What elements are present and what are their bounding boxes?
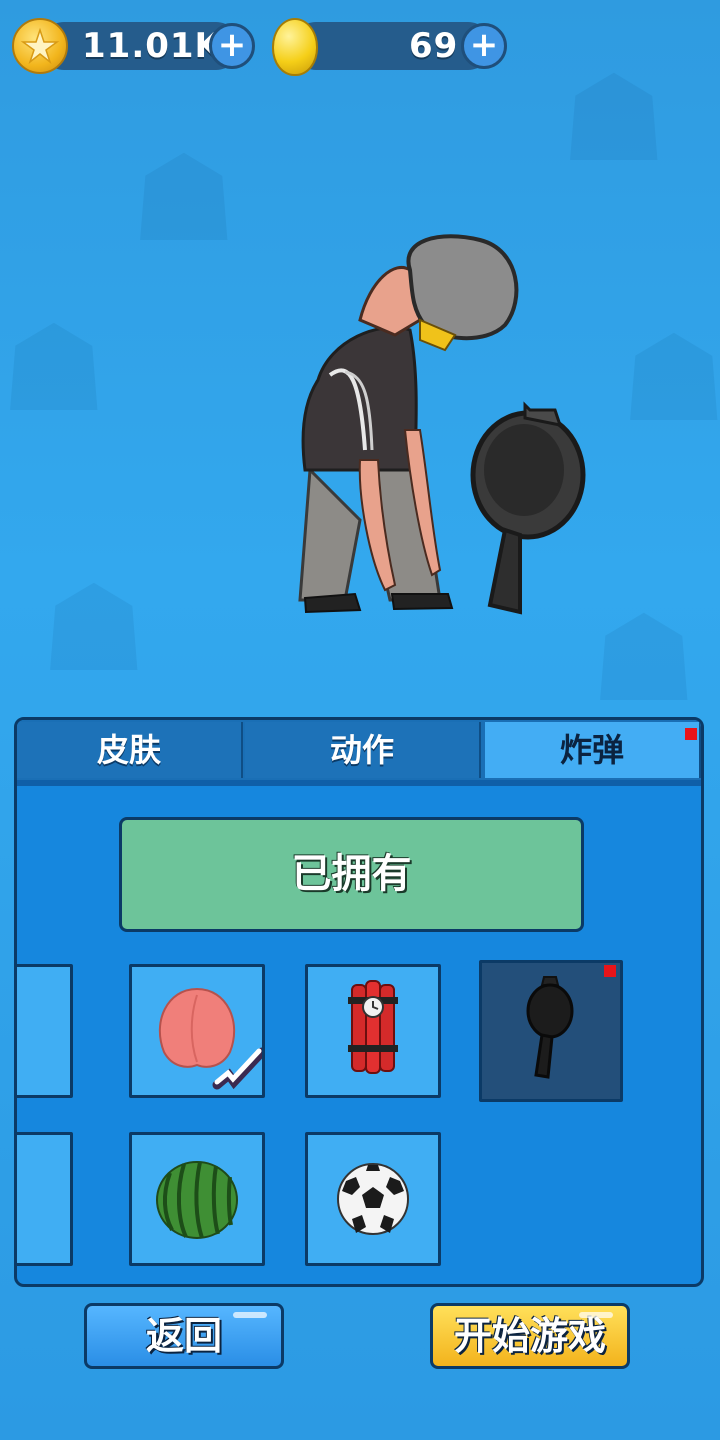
- item-slot-partial[interactable]: [17, 964, 73, 1098]
- button-shine: [233, 1312, 267, 1318]
- back-button-label: 返回: [145, 1314, 222, 1358]
- owned-status-button[interactable]: 已拥有: [119, 817, 584, 932]
- frying-pan-icon: [526, 976, 574, 1079]
- item-slot-frying-pan[interactable]: [479, 960, 623, 1102]
- inventory-panel: 皮肤 动作 炸弹 已拥有: [14, 717, 704, 1287]
- back-button[interactable]: 返回: [84, 1303, 284, 1369]
- new-indicator-badge: [604, 965, 616, 977]
- soccer-ball-icon: [337, 1163, 409, 1235]
- button-shine: [579, 1312, 613, 1318]
- tab-divider: [17, 780, 701, 786]
- tab-skins[interactable]: 皮肤: [17, 722, 243, 778]
- character-preview: [298, 234, 586, 615]
- peach-icon: [158, 987, 267, 1090]
- tab-bombs[interactable]: 炸弹: [485, 722, 701, 778]
- dynamite-icon: [348, 980, 398, 1074]
- new-indicator-badge: [685, 728, 697, 740]
- item-slot-soccer-ball[interactable]: [305, 1132, 441, 1266]
- watermelon-icon: [156, 1161, 238, 1239]
- start-game-button-label: 开始游戏: [453, 1314, 606, 1358]
- item-slot-dynamite[interactable]: [305, 964, 441, 1098]
- tab-actions[interactable]: 动作: [245, 722, 481, 778]
- category-tabs: 皮肤 动作 炸弹: [17, 720, 701, 780]
- item-slot-partial[interactable]: [17, 1132, 73, 1266]
- start-game-button[interactable]: 开始游戏: [430, 1303, 630, 1369]
- item-slot-peach[interactable]: [129, 964, 267, 1098]
- item-slot-watermelon[interactable]: [129, 1132, 265, 1266]
